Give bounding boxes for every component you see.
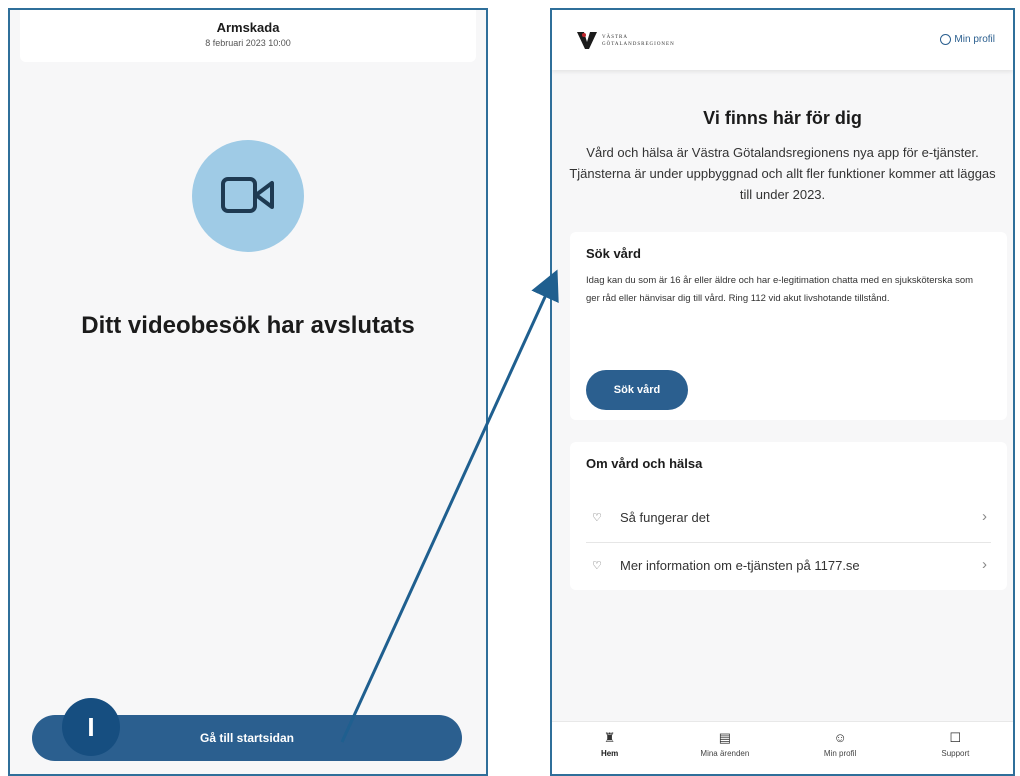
flow-arrow — [340, 269, 559, 743]
